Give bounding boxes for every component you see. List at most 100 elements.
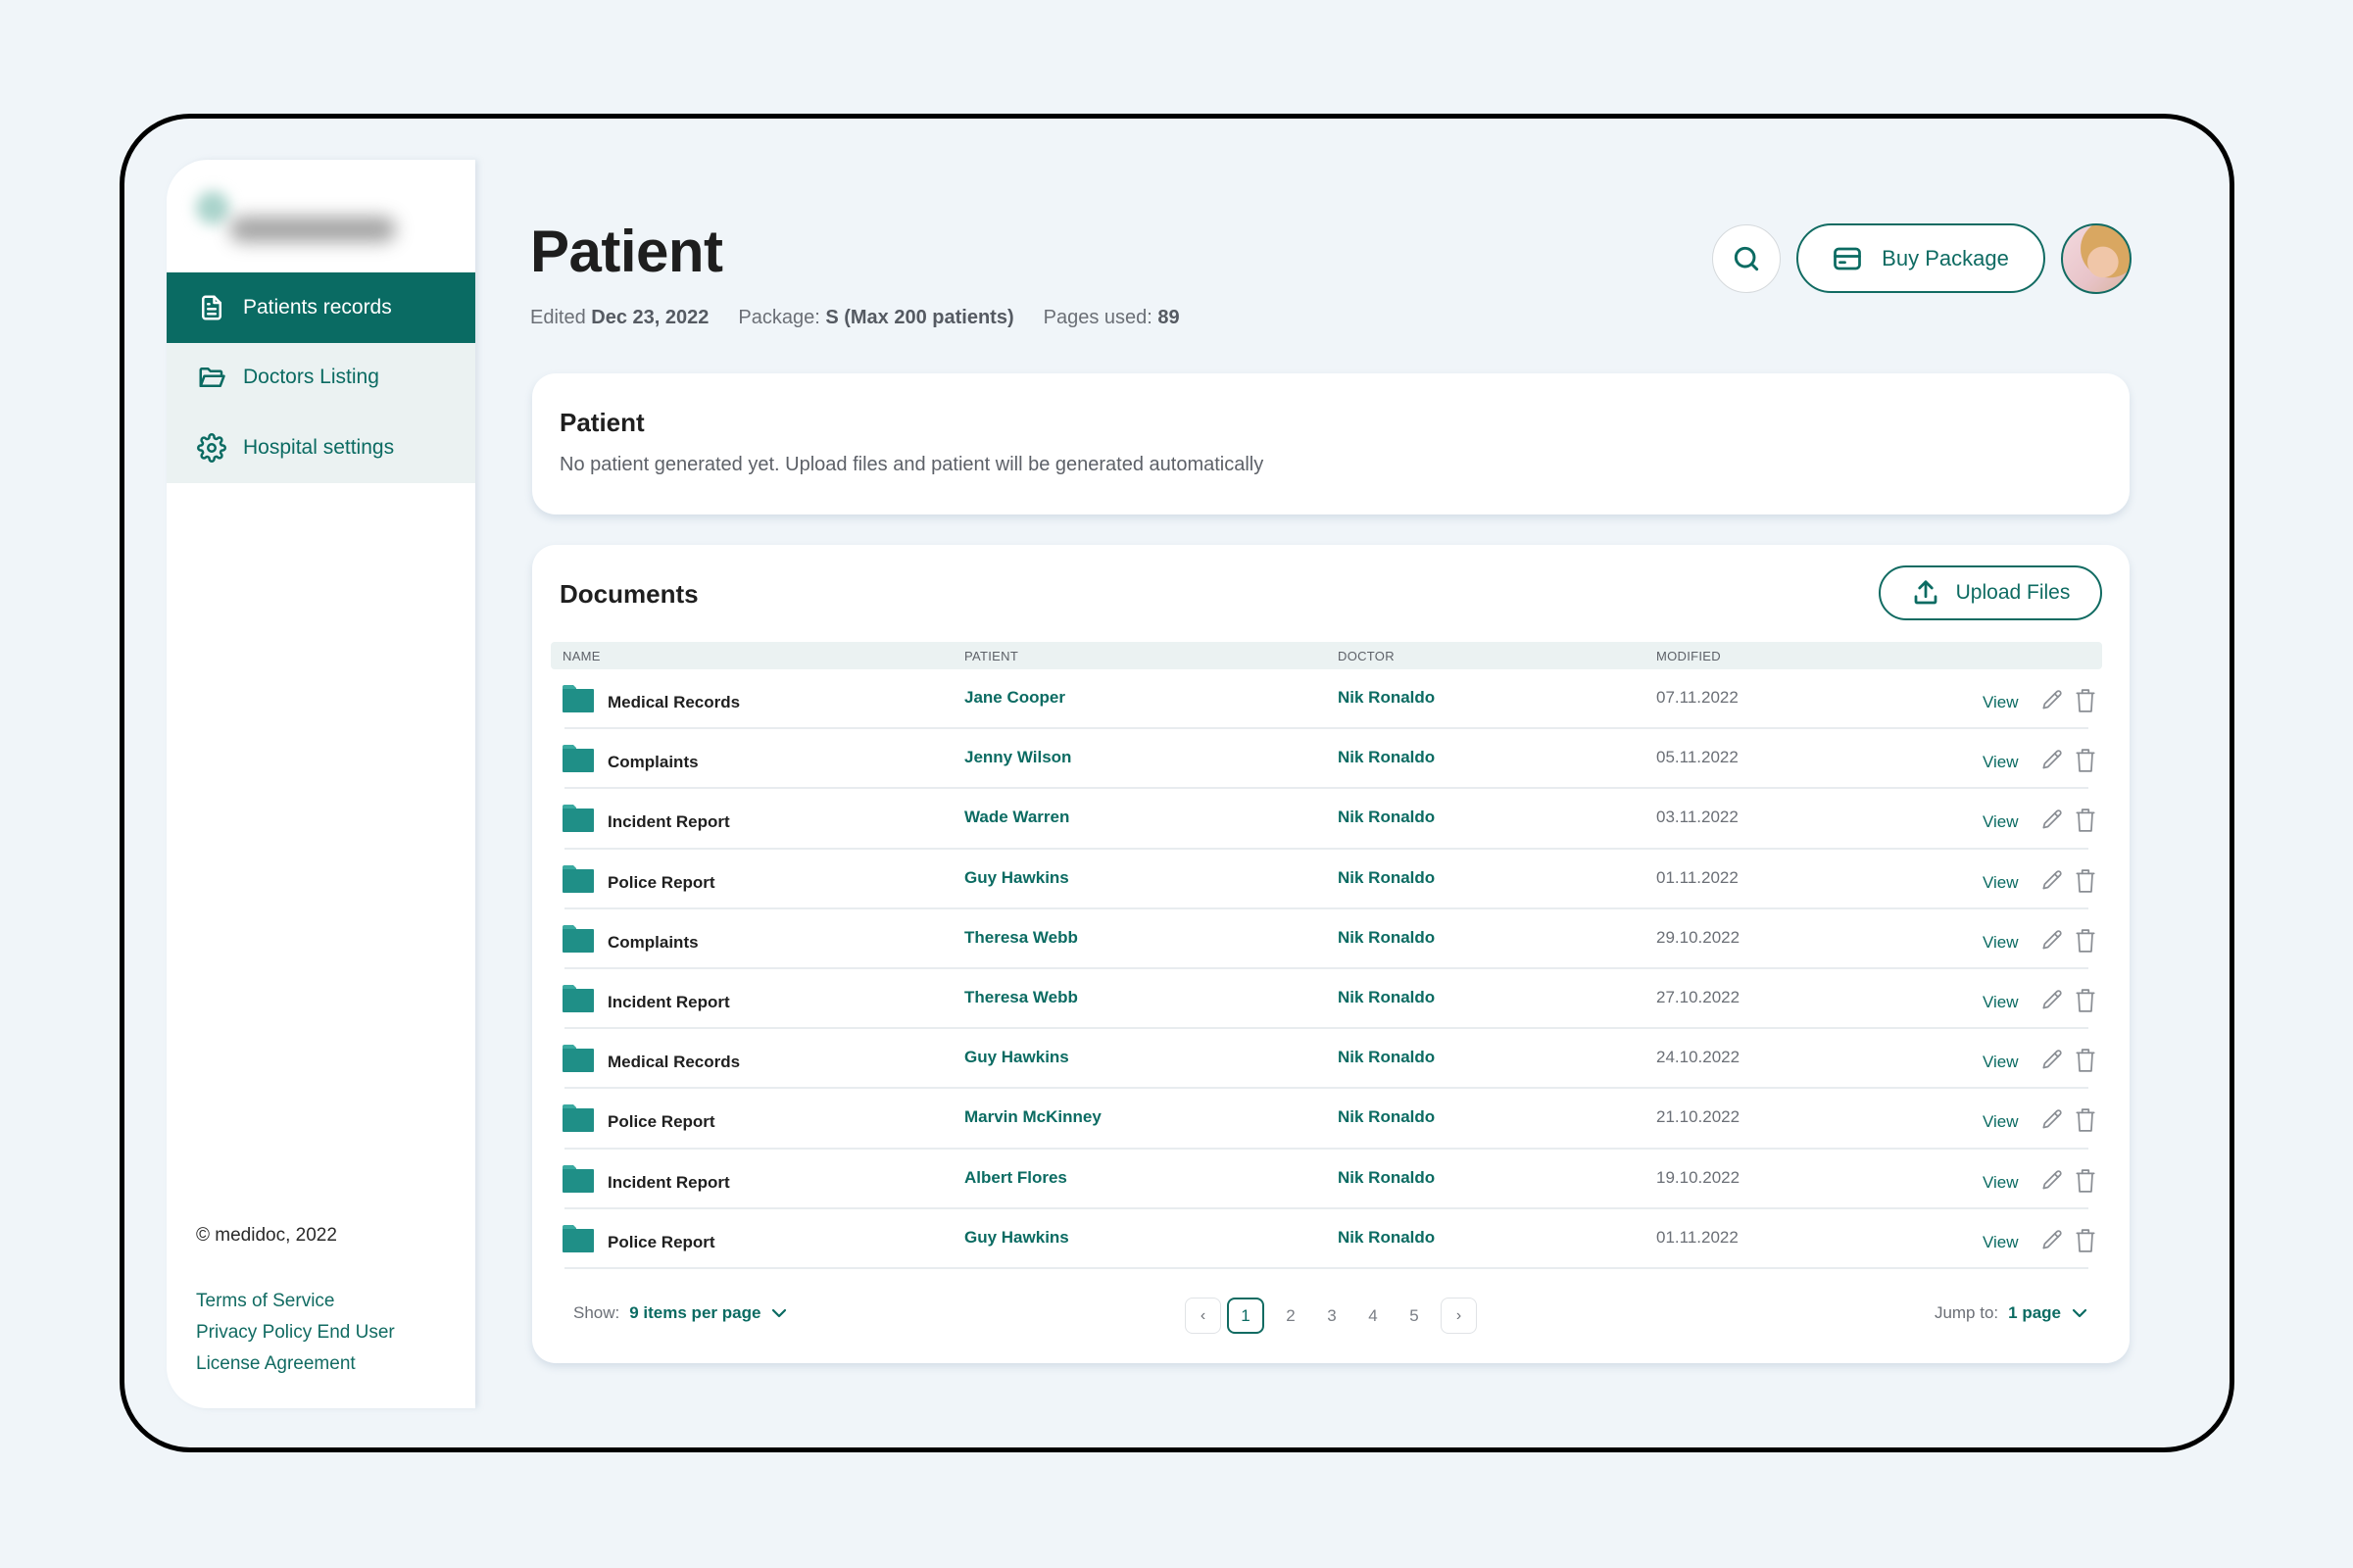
avatar[interactable] <box>2061 223 2132 294</box>
doctor-link[interactable]: Nik Ronaldo <box>1338 1228 1435 1248</box>
pencil-icon[interactable] <box>2039 1228 2065 1253</box>
pencil-icon[interactable] <box>2039 868 2065 894</box>
patient-link[interactable]: Marvin McKinney <box>964 1107 1102 1127</box>
patient-link[interactable]: Wade Warren <box>964 808 1069 827</box>
doctor-link[interactable]: Nik Ronaldo <box>1338 928 1435 948</box>
sidebar-item-hospital-settings[interactable]: Hospital settings <box>167 413 475 483</box>
column-header-name[interactable]: NAME <box>563 649 601 663</box>
table-row[interactable]: Police Report Guy Hawkins Nik Ronaldo 01.11… <box>563 850 2095 909</box>
document-name[interactable]: Incident Report <box>608 993 730 1012</box>
page-1-button[interactable]: 1 <box>1227 1298 1264 1334</box>
pencil-icon[interactable] <box>2039 808 2065 833</box>
patient-link[interactable]: Jane Cooper <box>964 688 1065 708</box>
doctor-link[interactable]: Nik Ronaldo <box>1338 748 1435 767</box>
trash-icon[interactable] <box>2075 1048 2096 1073</box>
column-header-modified[interactable]: MODIFIED <box>1656 649 1721 663</box>
view-button[interactable]: View <box>1983 1112 2019 1132</box>
trash-icon[interactable] <box>2075 1168 2096 1194</box>
table-row[interactable]: Complaints Jenny Wilson Nik Ronaldo 05.11.2… <box>563 729 2095 790</box>
folder-icon <box>563 924 594 953</box>
chevron-right-icon: › <box>1455 1306 1462 1324</box>
column-header-doctor[interactable]: DOCTOR <box>1338 649 1395 663</box>
trash-icon[interactable] <box>2075 1107 2096 1133</box>
patient-link[interactable]: Jenny Wilson <box>964 748 1071 767</box>
page-4-button[interactable]: 4 <box>1352 1298 1394 1334</box>
document-name[interactable]: Police Report <box>608 873 715 893</box>
pencil-icon[interactable] <box>2039 928 2065 954</box>
document-name[interactable]: Medical Records <box>608 1053 740 1072</box>
pencil-icon[interactable] <box>2039 1107 2065 1133</box>
logo[interactable] <box>186 181 402 252</box>
patient-link[interactable]: Guy Hawkins <box>964 1048 1069 1067</box>
page-2-button[interactable]: 2 <box>1270 1298 1311 1334</box>
table-row[interactable]: Incident Report Albert Flores Nik Ronaldo 1… <box>563 1150 2095 1209</box>
table-row[interactable]: Incident Report Theresa Webb Nik Ronaldo 27… <box>563 969 2095 1030</box>
document-name[interactable]: Complaints <box>608 933 699 953</box>
patient-link[interactable]: Guy Hawkins <box>964 1228 1069 1248</box>
doctor-link[interactable]: Nik Ronaldo <box>1338 808 1435 827</box>
sidebar-item-patients-records[interactable]: Patients records <box>167 272 475 343</box>
prev-page-button[interactable]: ‹ <box>1185 1298 1221 1334</box>
document-name[interactable]: Incident Report <box>608 1173 730 1193</box>
table-row[interactable]: Medical Records Jane Cooper Nik Ronaldo 07.… <box>563 669 2095 730</box>
table-row[interactable]: Incident Report Wade Warren Nik Ronaldo 03.… <box>563 789 2095 850</box>
trash-icon[interactable] <box>2075 748 2096 773</box>
upload-files-button[interactable]: Upload Files <box>1879 565 2102 620</box>
doctor-link[interactable]: Nik Ronaldo <box>1338 1168 1435 1188</box>
page-5-button[interactable]: 5 <box>1394 1298 1435 1334</box>
view-button[interactable]: View <box>1983 1053 2019 1072</box>
patient-link[interactable]: Albert Flores <box>964 1168 1067 1188</box>
document-name[interactable]: Incident Report <box>608 812 730 832</box>
folder-icon <box>563 805 594 833</box>
terms-of-service-link[interactable]: Terms of Service <box>196 1286 395 1317</box>
doctor-link[interactable]: Nik Ronaldo <box>1338 988 1435 1007</box>
jump-to-page-select[interactable]: Jump to: 1 page <box>1935 1303 2088 1323</box>
trash-icon[interactable] <box>2075 868 2096 894</box>
modified-date: 03.11.2022 <box>1656 808 1739 827</box>
view-button[interactable]: View <box>1983 693 2019 712</box>
patient-link[interactable]: Theresa Webb <box>964 928 1078 948</box>
document-name[interactable]: Complaints <box>608 753 699 772</box>
trash-icon[interactable] <box>2075 688 2096 713</box>
trash-icon[interactable] <box>2075 988 2096 1013</box>
pencil-icon[interactable] <box>2039 988 2065 1013</box>
page-3-button[interactable]: 3 <box>1311 1298 1352 1334</box>
column-header-patient[interactable]: PATIENT <box>964 649 1018 663</box>
table-row[interactable]: Police Report Marvin McKinney Nik Ronaldo 2… <box>563 1089 2095 1150</box>
items-per-page-select[interactable]: Show: 9 items per page <box>573 1303 788 1323</box>
patient-link[interactable]: Theresa Webb <box>964 988 1078 1007</box>
patient-link[interactable]: Guy Hawkins <box>964 868 1069 888</box>
doctor-link[interactable]: Nik Ronaldo <box>1338 1048 1435 1067</box>
folder-open-icon <box>196 362 227 393</box>
view-button[interactable]: View <box>1983 1233 2019 1252</box>
view-button[interactable]: View <box>1983 873 2019 893</box>
next-page-button[interactable]: › <box>1441 1298 1477 1334</box>
license-agreement-link[interactable]: License Agreement <box>196 1348 395 1380</box>
trash-icon[interactable] <box>2075 1228 2096 1253</box>
pencil-icon[interactable] <box>2039 1048 2065 1073</box>
view-button[interactable]: View <box>1983 753 2019 772</box>
view-button[interactable]: View <box>1983 1173 2019 1193</box>
table-row[interactable]: Police Report Guy Hawkins Nik Ronaldo 01.11… <box>563 1209 2095 1269</box>
view-button[interactable]: View <box>1983 933 2019 953</box>
pencil-icon[interactable] <box>2039 688 2065 713</box>
table-row[interactable]: Complaints Theresa Webb Nik Ronaldo 29.10.2… <box>563 909 2095 969</box>
doctor-link[interactable]: Nik Ronaldo <box>1338 1107 1435 1127</box>
pagination: ‹ 1 2 3 4 5 › <box>1185 1298 1477 1334</box>
doctor-link[interactable]: Nik Ronaldo <box>1338 868 1435 888</box>
document-name[interactable]: Police Report <box>608 1112 715 1132</box>
trash-icon[interactable] <box>2075 808 2096 833</box>
pencil-icon[interactable] <box>2039 748 2065 773</box>
doctor-link[interactable]: Nik Ronaldo <box>1338 688 1435 708</box>
privacy-policy-link[interactable]: Privacy Policy End User <box>196 1317 395 1348</box>
view-button[interactable]: View <box>1983 993 2019 1012</box>
search-button[interactable] <box>1712 224 1781 293</box>
pencil-icon[interactable] <box>2039 1168 2065 1194</box>
document-name[interactable]: Police Report <box>608 1233 715 1252</box>
table-row[interactable]: Medical Records Guy Hawkins Nik Ronaldo 24.… <box>563 1029 2095 1090</box>
trash-icon[interactable] <box>2075 928 2096 954</box>
sidebar-item-doctors-listing[interactable]: Doctors Listing <box>167 342 475 413</box>
document-name[interactable]: Medical Records <box>608 693 740 712</box>
view-button[interactable]: View <box>1983 812 2019 832</box>
buy-package-button[interactable]: Buy Package <box>1796 223 2045 293</box>
